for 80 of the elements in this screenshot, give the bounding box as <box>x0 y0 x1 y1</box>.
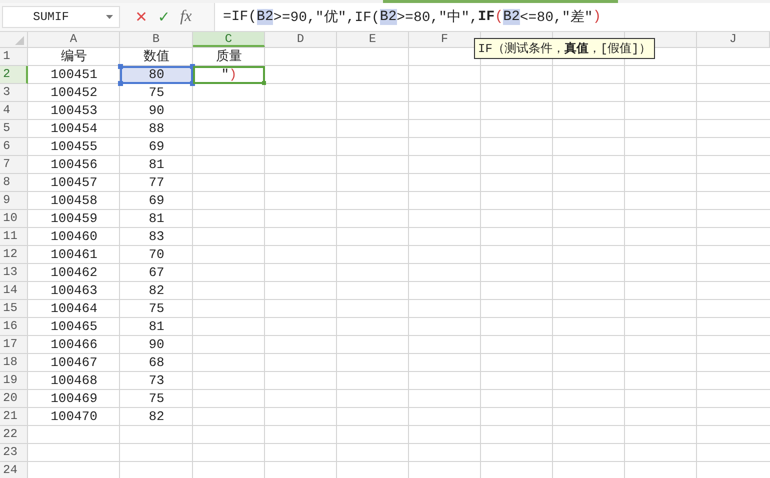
row-header[interactable]: 6 <box>0 138 28 156</box>
row-header[interactable]: 22 <box>0 426 28 444</box>
formula-field[interactable]: =IF(B2>=90,"优",IF(B2>=80,"中",IF(B2<=80,"差") <box>214 3 770 31</box>
row-header[interactable]: 21 <box>0 408 28 426</box>
table-cell-text: 100451 <box>50 66 98 84</box>
column-header[interactable]: A <box>28 32 120 47</box>
table-cell-text: 编号 <box>60 48 88 66</box>
cancel-button[interactable]: ✕ <box>132 8 151 26</box>
table-cell-text: 100457 <box>50 174 98 192</box>
row-header[interactable]: 15 <box>0 300 28 318</box>
table-cell-text: 81 <box>148 156 166 174</box>
table-cell-text: 100461 <box>50 246 98 264</box>
row-header[interactable]: 7 <box>0 156 28 174</box>
row-header[interactable]: 13 <box>0 264 28 282</box>
row-header[interactable]: 17 <box>0 336 28 354</box>
table-cell-text: 100452 <box>50 84 98 102</box>
table-cell-text: 88 <box>148 120 166 138</box>
table-cell-text: 70 <box>148 246 166 264</box>
row-header[interactable]: 8 <box>0 174 28 192</box>
table-cell-text: 100454 <box>50 120 98 138</box>
table-cell-text: 100464 <box>50 300 98 318</box>
row-header[interactable]: 4 <box>0 102 28 120</box>
name-box[interactable]: SUMIF <box>2 6 120 28</box>
row-header[interactable]: 9 <box>0 192 28 210</box>
table-cell-text: 75 <box>148 84 166 102</box>
row-header[interactable]: 10 <box>0 210 28 228</box>
table-cell-text: 75 <box>148 300 166 318</box>
table-cell-text: 100468 <box>50 372 98 390</box>
row-header[interactable]: 19 <box>0 372 28 390</box>
table-cell-text: 质量 <box>215 48 243 66</box>
table-cell: 80 <box>120 66 193 84</box>
row-header[interactable]: 16 <box>0 318 28 336</box>
table-cell-text: 100455 <box>50 138 98 156</box>
table-cell-text: 100453 <box>50 102 98 120</box>
row-header[interactable]: 12 <box>0 246 28 264</box>
function-tooltip: IF（测试条件，真值，[假值]） <box>474 38 655 59</box>
row-header[interactable]: 5 <box>0 120 28 138</box>
table-cell-text: 69 <box>148 192 166 210</box>
table-cell-text: 77 <box>148 174 166 192</box>
column-header[interactable]: E <box>337 32 409 47</box>
table-cell-text: 67 <box>148 264 166 282</box>
table-cell-text: 100459 <box>50 210 98 228</box>
table-cell-text: 100466 <box>50 336 98 354</box>
row-header[interactable]: 18 <box>0 354 28 372</box>
corner-triangle-icon <box>15 36 24 45</box>
table-cell-text: 100467 <box>50 354 98 372</box>
table-cell-text: 68 <box>148 354 166 372</box>
table-cell-text: 82 <box>148 408 166 426</box>
table-cell-text: 100469 <box>50 390 98 408</box>
table-cell-text: 83 <box>148 228 166 246</box>
table-cell-text: 75 <box>148 390 166 408</box>
insert-function-button[interactable]: fx <box>177 8 195 26</box>
table-cell-text: 100458 <box>50 192 98 210</box>
table-cell-text: 数值 <box>142 48 170 66</box>
table-cell-text: 100460 <box>50 228 98 246</box>
column-header[interactable]: J <box>697 32 770 47</box>
table-cell-text: 69 <box>148 138 166 156</box>
table-cell: ") <box>193 66 265 84</box>
row-header[interactable]: 23 <box>0 444 28 462</box>
caret-icon <box>106 15 113 19</box>
table-cell-text: 90 <box>148 336 166 354</box>
table-cell-text: 100462 <box>50 264 98 282</box>
column-header[interactable]: C <box>193 32 265 47</box>
table-cell-text: 100463 <box>50 282 98 300</box>
table-cell-text: 73 <box>148 372 166 390</box>
table-cell-text: 81 <box>148 318 166 336</box>
column-header[interactable]: D <box>265 32 337 47</box>
row-header[interactable]: 1 <box>0 48 28 66</box>
table-cell-text: 100470 <box>50 408 98 426</box>
row-header[interactable]: 24 <box>0 462 28 478</box>
table-cell-text: 100465 <box>50 318 98 336</box>
row-header[interactable]: 11 <box>0 228 28 246</box>
table-cell-text: 82 <box>148 282 166 300</box>
table-cell-text: 81 <box>148 210 166 228</box>
row-header[interactable]: 14 <box>0 282 28 300</box>
table-cell-text: 100456 <box>50 156 98 174</box>
row-header[interactable]: 2 <box>0 66 28 84</box>
table-cell-text: 90 <box>148 102 166 120</box>
row-header[interactable]: 20 <box>0 390 28 408</box>
row-header[interactable]: 3 <box>0 84 28 102</box>
